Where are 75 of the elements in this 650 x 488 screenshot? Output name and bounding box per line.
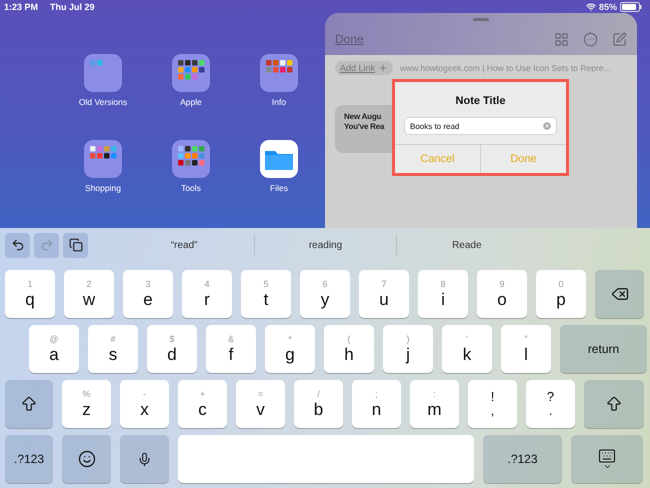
app-label: Tools	[181, 183, 201, 193]
shift-icon	[605, 395, 623, 413]
app-label: Files	[270, 183, 288, 193]
plus-icon	[378, 63, 388, 73]
shift-icon	[20, 395, 38, 413]
return-key[interactable]: return	[560, 325, 647, 373]
key[interactable]: $ d	[147, 325, 197, 373]
key[interactable]: ; n	[352, 380, 401, 428]
key[interactable]: ’ k	[442, 325, 492, 373]
key[interactable]: ( h	[324, 325, 374, 373]
key[interactable]: 6 y	[300, 270, 350, 318]
delete-key[interactable]	[595, 270, 644, 318]
link-url: www.howtogeek.com | How to Use Icon Sets to Repre...	[400, 63, 611, 73]
undo-button[interactable]	[5, 232, 30, 258]
folder-app-icon[interactable]	[260, 140, 298, 178]
key[interactable]: = v	[236, 380, 285, 428]
folder-icon[interactable]	[260, 54, 298, 92]
key[interactable]: ! ,	[468, 380, 517, 428]
key[interactable]: % z	[62, 380, 111, 428]
numbers-key[interactable]: .?123	[483, 435, 562, 483]
key[interactable]: + c	[178, 380, 227, 428]
folder-icon[interactable]	[84, 140, 122, 178]
key[interactable]: 5 t	[241, 270, 291, 318]
drag-handle[interactable]	[473, 18, 489, 21]
key[interactable]: 7 u	[359, 270, 409, 318]
app-label: Info	[272, 97, 286, 107]
key[interactable]: 1 q	[5, 270, 55, 318]
delete-icon	[610, 285, 628, 303]
folder-icon[interactable]	[172, 140, 210, 178]
microphone-icon	[137, 452, 152, 466]
key[interactable]: & f	[206, 325, 256, 373]
grid-icon[interactable]	[554, 32, 569, 46]
key[interactable]: * g	[265, 325, 315, 373]
key[interactable]: ” l	[501, 325, 551, 373]
keyboard-dismiss-icon	[598, 447, 616, 471]
keyboard-dismiss-key[interactable]	[571, 435, 643, 483]
more-icon[interactable]	[583, 32, 598, 46]
word-suggestion[interactable]: reading	[254, 235, 396, 255]
app-label: Old Versions	[78, 97, 128, 107]
key[interactable]: - x	[120, 380, 169, 428]
status-time: 1:23 PM	[4, 2, 38, 12]
emoji-key[interactable]	[62, 435, 111, 483]
note-card-text: New Augu	[344, 112, 382, 122]
battery-percent: 85%	[598, 2, 617, 12]
key[interactable]: @ a	[29, 325, 79, 373]
redo-icon	[40, 238, 54, 252]
documents-icon	[68, 238, 82, 252]
dialog-title: Note Title	[454, 95, 506, 107]
status-date: Thu Jul 29	[50, 2, 95, 12]
word-suggestion[interactable]: “read”	[114, 235, 254, 255]
numbers-key[interactable]: .?123	[5, 435, 53, 483]
key[interactable]: 4 r	[182, 270, 232, 318]
key[interactable]: : m	[410, 380, 459, 428]
compose-icon[interactable]	[612, 32, 627, 46]
smiley-icon	[78, 450, 96, 468]
key[interactable]: 9 o	[477, 270, 527, 318]
folder-icon[interactable]	[172, 54, 210, 92]
title-field[interactable]: Books to read	[404, 117, 557, 135]
key[interactable]: 3 e	[123, 270, 173, 318]
wifi-icon	[586, 2, 596, 12]
key[interactable]: 2 w	[64, 270, 114, 318]
note-card-text: You've Rea	[344, 122, 384, 132]
undo-icon	[10, 238, 24, 252]
key[interactable]: # s	[88, 325, 138, 373]
key[interactable]: ? .	[526, 380, 575, 428]
key[interactable]: / b	[294, 380, 343, 428]
battery-icon	[620, 2, 642, 12]
paste-button[interactable]	[63, 232, 88, 258]
key[interactable]: 8 i	[418, 270, 468, 318]
key[interactable]: ) j	[383, 325, 433, 373]
key[interactable]: 0 p	[536, 270, 586, 318]
word-suggestion[interactable]: Reade	[396, 235, 537, 255]
app-label: Shopping	[85, 183, 121, 193]
shift-key[interactable]	[5, 380, 53, 428]
app-label: Apple	[180, 97, 202, 107]
